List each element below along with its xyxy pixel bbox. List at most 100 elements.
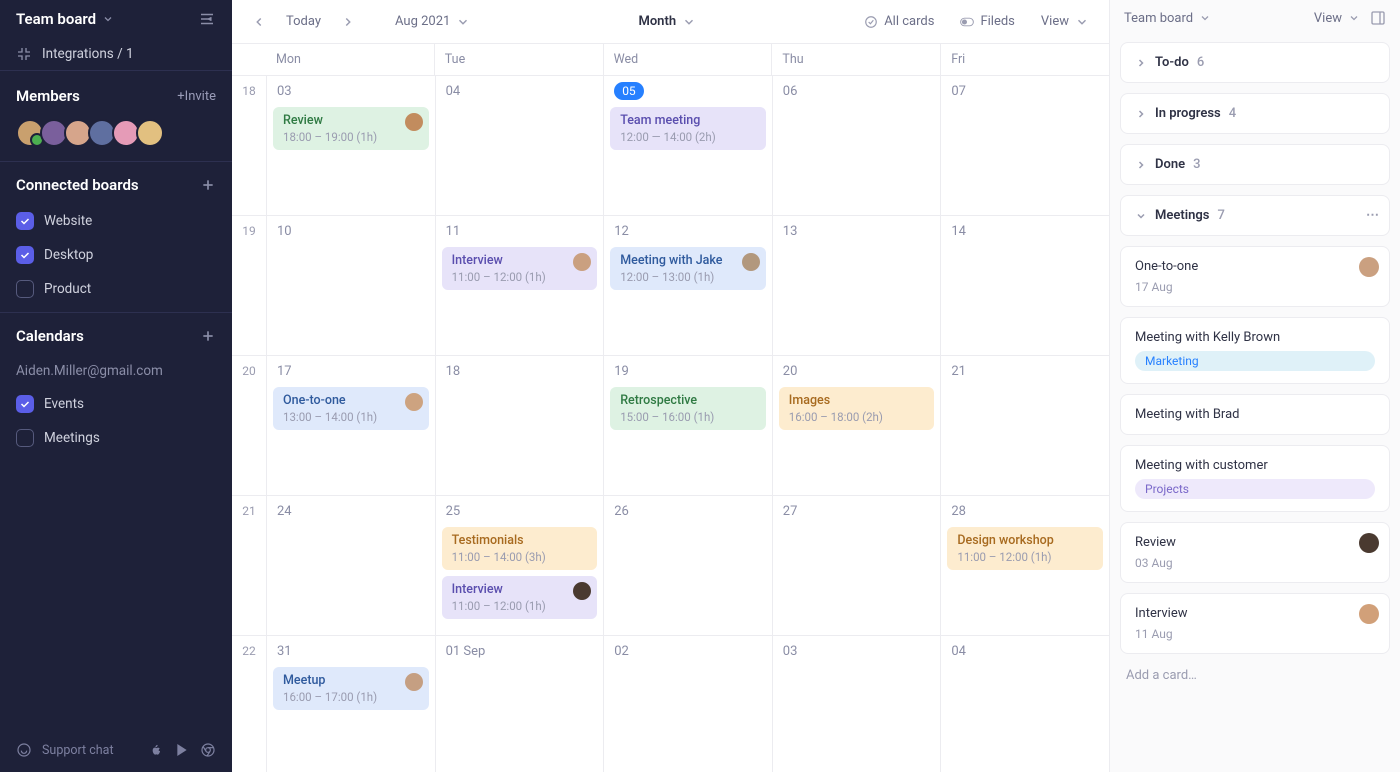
calendar-event[interactable]: Interview11:00 – 12:00 (1h) bbox=[442, 247, 598, 290]
collapse-icon[interactable] bbox=[198, 10, 216, 28]
more-icon[interactable]: ⋯ bbox=[1366, 208, 1379, 223]
all-cards-filter[interactable]: All cards bbox=[858, 10, 940, 33]
day-cell[interactable]: 02 bbox=[603, 636, 772, 772]
day-cell[interactable]: 25Testimonials11:00 – 14:00 (3h)Intervie… bbox=[435, 496, 604, 635]
add-calendar-icon[interactable] bbox=[200, 328, 216, 344]
calendar-event[interactable]: Meetup16:00 – 17:00 (1h) bbox=[273, 667, 429, 710]
card[interactable]: One-to-one17 Aug bbox=[1120, 246, 1390, 307]
day-cell[interactable]: 13 bbox=[772, 216, 941, 355]
member-avatar[interactable] bbox=[136, 119, 164, 147]
calendar-item[interactable]: Events bbox=[0, 387, 232, 421]
day-cell[interactable]: 03 bbox=[772, 636, 941, 772]
calendar-event[interactable]: Design workshop11:00 – 12:00 (1h) bbox=[947, 527, 1103, 570]
calendar-event[interactable]: One-to-one13:00 – 14:00 (1h) bbox=[273, 387, 429, 430]
today-button[interactable]: Today bbox=[280, 10, 327, 33]
day-cell[interactable]: 11Interview11:00 – 12:00 (1h) bbox=[435, 216, 604, 355]
day-cell[interactable]: 31 Meetup16:00 – 17:00 (1h) bbox=[266, 636, 435, 772]
weekday-label: Tue bbox=[434, 44, 603, 75]
invite-button[interactable]: +Invite bbox=[177, 89, 216, 104]
weekday-label: Wed bbox=[603, 44, 772, 75]
board-switcher[interactable]: Team board bbox=[0, 0, 232, 38]
card-date: 11 Aug bbox=[1135, 627, 1375, 641]
checkbox[interactable] bbox=[16, 395, 34, 413]
card[interactable]: Review03 Aug bbox=[1120, 522, 1390, 583]
day-cell[interactable]: 24 bbox=[266, 496, 435, 635]
support-chat-link[interactable]: Support chat bbox=[42, 743, 114, 758]
panel-header: Team board View bbox=[1110, 0, 1400, 36]
weekday-label: Thu bbox=[771, 44, 940, 75]
day-cell[interactable]: 17One-to-one13:00 – 14:00 (1h) bbox=[266, 356, 435, 495]
card[interactable]: Meeting with customerProjects bbox=[1120, 445, 1390, 512]
apple-icon[interactable] bbox=[148, 742, 164, 758]
checkbox[interactable] bbox=[16, 212, 34, 230]
calendar-event[interactable]: Meeting with Jake12:00 – 13:00 (1h) bbox=[610, 247, 766, 290]
day-cell[interactable]: 28Design workshop11:00 – 12:00 (1h) bbox=[940, 496, 1109, 635]
sidebar-footer: Support chat bbox=[0, 728, 232, 772]
next-button[interactable] bbox=[335, 11, 361, 33]
day-cell[interactable]: 18 bbox=[435, 356, 604, 495]
panel-view-picker[interactable]: View bbox=[1314, 11, 1360, 26]
day-cell[interactable]: 10 bbox=[266, 216, 435, 355]
card-title: Meeting with Brad bbox=[1135, 407, 1375, 422]
add-board-icon[interactable] bbox=[200, 177, 216, 193]
panel-board-switcher[interactable]: Team board bbox=[1124, 11, 1211, 26]
day-cell[interactable]: 01 Sep bbox=[435, 636, 604, 772]
day-cell[interactable]: 19Retrospective15:00 – 16:00 (1h) bbox=[603, 356, 772, 495]
calendar-event[interactable]: Testimonials11:00 – 14:00 (3h) bbox=[442, 527, 598, 570]
day-cell[interactable]: 14 bbox=[940, 216, 1109, 355]
month-picker[interactable]: Aug 2021 bbox=[389, 10, 476, 33]
group-header[interactable]: In progress4 bbox=[1120, 93, 1390, 134]
assignee-avatar bbox=[405, 113, 423, 131]
calendar-event[interactable]: Interview11:00 – 12:00 (1h) bbox=[442, 576, 598, 619]
week-number: 22 bbox=[232, 636, 266, 772]
calendar-item[interactable]: Meetings bbox=[0, 421, 232, 455]
checkbox[interactable] bbox=[16, 429, 34, 447]
chevron-down-icon bbox=[1075, 15, 1089, 29]
prev-button[interactable] bbox=[246, 11, 272, 33]
day-cell[interactable]: 04 bbox=[435, 76, 604, 215]
calendar-event[interactable]: Images16:00 – 18:00 (2h) bbox=[779, 387, 935, 430]
day-cell[interactable]: 03Review18:00 – 19:00 (1h) bbox=[266, 76, 435, 215]
card[interactable]: Meeting with Kelly BrownMarketing bbox=[1120, 317, 1390, 384]
assignee-avatar bbox=[573, 253, 591, 271]
chrome-icon[interactable] bbox=[200, 742, 216, 758]
day-cell[interactable]: 20Images16:00 – 18:00 (2h) bbox=[772, 356, 941, 495]
day-cell[interactable]: 26 bbox=[603, 496, 772, 635]
view-picker[interactable]: View bbox=[1035, 10, 1095, 33]
card[interactable]: Interview11 Aug bbox=[1120, 593, 1390, 654]
day-cell[interactable]: 06 bbox=[772, 76, 941, 215]
calendar-event[interactable]: Review18:00 – 19:00 (1h) bbox=[273, 107, 429, 150]
board-item[interactable]: Product bbox=[0, 272, 232, 306]
group-label: To-do bbox=[1155, 55, 1189, 70]
day-cell[interactable]: 27 bbox=[772, 496, 941, 635]
day-cell[interactable]: 04 bbox=[940, 636, 1109, 772]
expand-panel-icon[interactable] bbox=[1370, 10, 1386, 26]
integrations-link[interactable]: Integrations / 1 bbox=[0, 38, 232, 70]
week-row: 191011Interview11:00 – 12:00 (1h)12Meeti… bbox=[232, 216, 1109, 356]
chevron-down-icon bbox=[1135, 210, 1147, 222]
day-cell[interactable]: 21 bbox=[940, 356, 1109, 495]
view-unit-picker[interactable]: Month bbox=[632, 10, 702, 33]
event-title: Review bbox=[283, 113, 419, 128]
board-item[interactable]: Desktop bbox=[0, 238, 232, 272]
chat-icon[interactable] bbox=[16, 742, 32, 758]
card[interactable]: Meeting with Brad bbox=[1120, 394, 1390, 435]
play-icon[interactable] bbox=[174, 742, 190, 758]
day-cell[interactable]: 07 bbox=[940, 76, 1109, 215]
group-header[interactable]: Done3 bbox=[1120, 144, 1390, 185]
checkbox[interactable] bbox=[16, 280, 34, 298]
calendar-event[interactable]: Team meeting12:00 — 14:00 (2h) bbox=[610, 107, 766, 150]
group-header[interactable]: Meetings7⋯ bbox=[1120, 195, 1390, 236]
chevron-down-icon bbox=[456, 15, 470, 29]
calendar-event[interactable]: Retrospective15:00 – 16:00 (1h) bbox=[610, 387, 766, 430]
day-cell[interactable]: 12Meeting with Jake12:00 – 13:00 (1h) bbox=[603, 216, 772, 355]
day-number: 31 bbox=[273, 642, 429, 661]
fields-toggle[interactable]: Fileds bbox=[954, 10, 1020, 33]
toolbar: Today Aug 2021 Month All cards Fileds bbox=[232, 0, 1109, 44]
board-item[interactable]: Website bbox=[0, 204, 232, 238]
day-cell[interactable]: 05Team meeting12:00 — 14:00 (2h) bbox=[603, 76, 772, 215]
checkbox[interactable] bbox=[16, 246, 34, 264]
add-card-button[interactable]: Add a card… bbox=[1120, 664, 1390, 687]
group-header[interactable]: To-do6 bbox=[1120, 42, 1390, 83]
card-tag: Marketing bbox=[1135, 351, 1375, 371]
